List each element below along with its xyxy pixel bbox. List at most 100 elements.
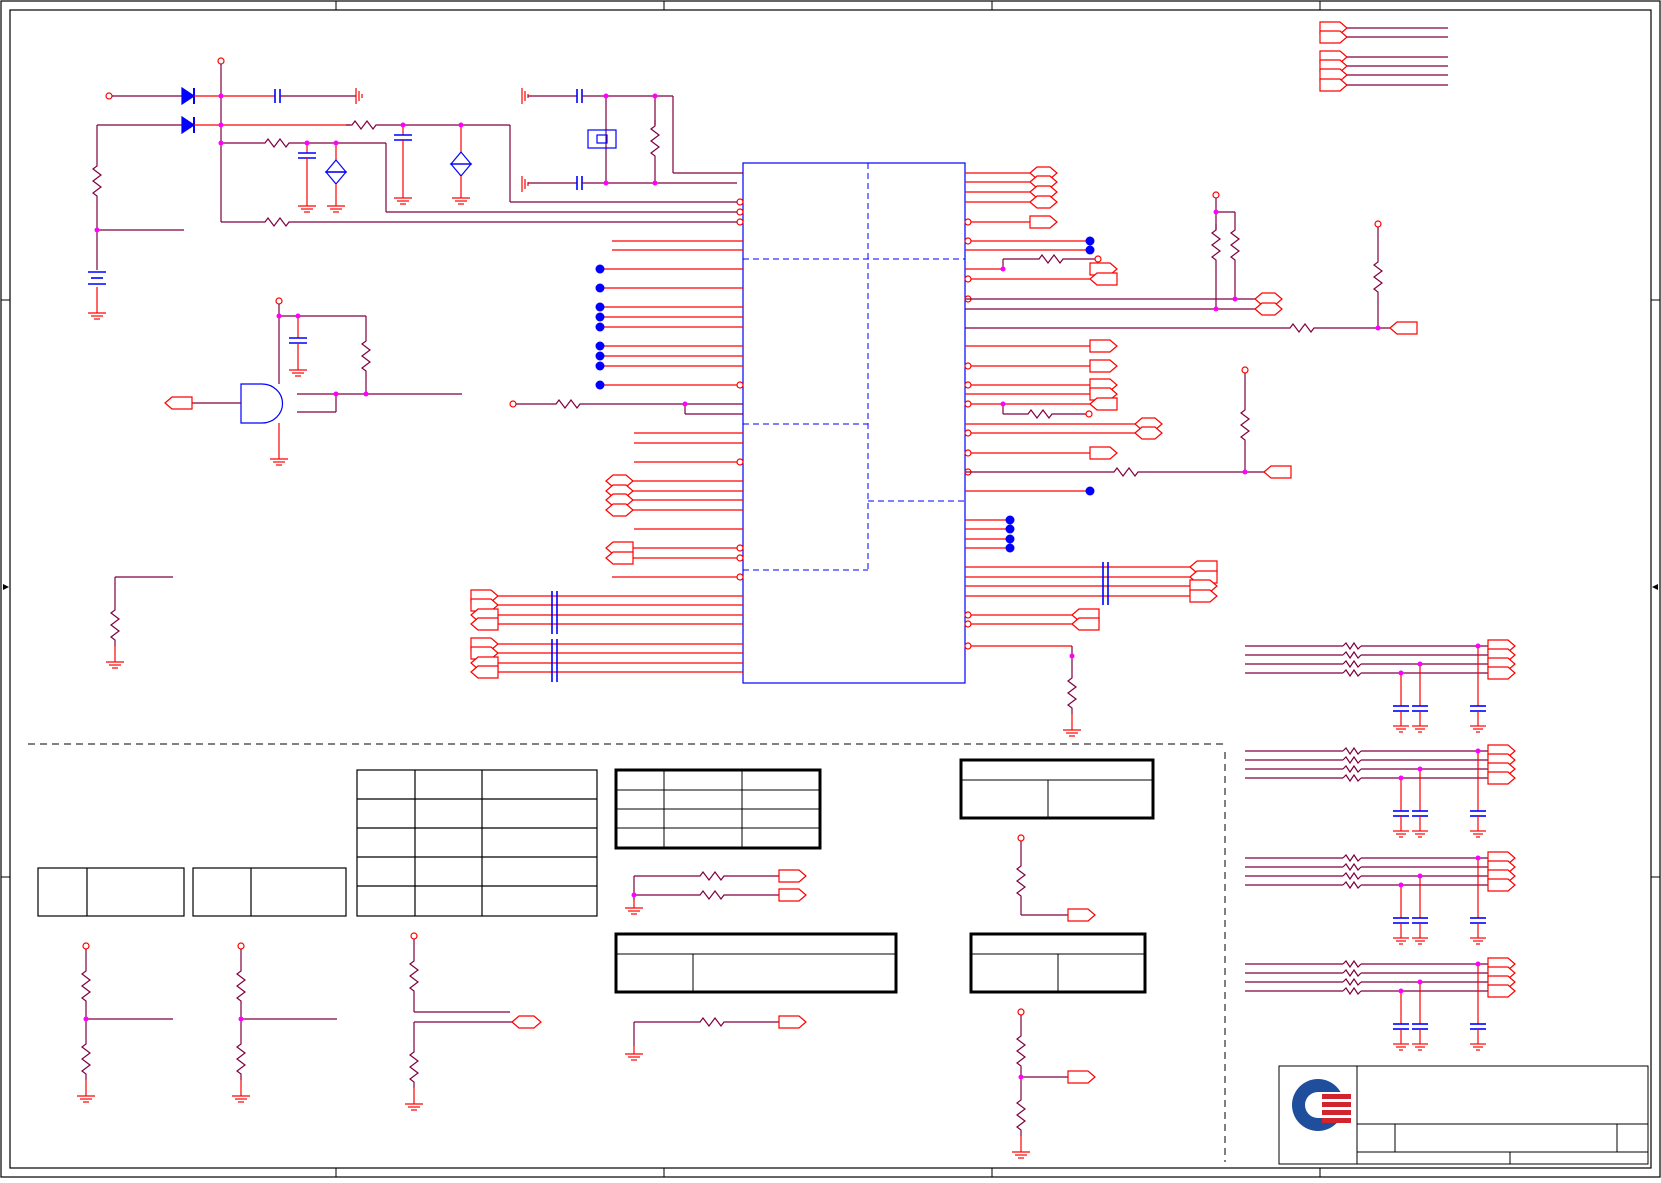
ic-right-bubble-7 [964, 429, 972, 437]
left-port-3 [605, 503, 634, 517]
no-connect-1 [595, 283, 605, 293]
filter-0-res-0 [1342, 641, 1362, 651]
right-port-8 [1089, 397, 1118, 411]
table-a [37, 867, 185, 917]
inner-border [9, 9, 1652, 1169]
right-port-2 [1089, 272, 1118, 286]
filter-2-junction-1 [1417, 873, 1423, 879]
ic-right-bubble-6 [964, 400, 972, 408]
filter-0-res-3 [1342, 668, 1362, 678]
filter-3-res-0 [1342, 959, 1362, 969]
filter-blocks [1245, 639, 1516, 1051]
table-f [614, 932, 898, 994]
no-connect-12 [1005, 515, 1015, 525]
no-connect-10 [1085, 245, 1095, 255]
power-input-section [87, 57, 737, 320]
right-port-5 [1089, 359, 1118, 373]
ic-left-bubble-2 [736, 218, 744, 226]
filter-1-res-3 [1342, 773, 1362, 783]
strap-port-c [778, 1015, 807, 1029]
filter-1-junction-1 [1417, 766, 1423, 772]
outer-border [0, 0, 1661, 1178]
table-e [959, 758, 1155, 820]
filter-1-res-1 [1342, 755, 1362, 765]
strap-port-a [778, 869, 807, 883]
table-d [614, 768, 822, 850]
left-port-in2-1 [470, 617, 499, 631]
filter-3-res-2 [1342, 977, 1362, 987]
strap-circuits [76, 834, 1068, 1159]
ic-right-bubble-11 [964, 620, 972, 628]
no-connect-15 [1005, 543, 1015, 553]
right-port-bi3-1 [1134, 426, 1163, 440]
ic-left-bubble-3 [736, 381, 744, 389]
filter-1-junction-0 [1398, 775, 1404, 781]
no-connect-7 [595, 361, 605, 371]
no-connect-4 [595, 322, 605, 332]
filter-2-res-1 [1342, 862, 1362, 872]
right-port-10 [1263, 465, 1292, 479]
right-port-out-1 [1189, 589, 1218, 603]
no-connect-6 [595, 351, 605, 361]
left-port-in3-1 [470, 665, 499, 679]
filter-0-res-1 [1342, 650, 1362, 660]
ic-left-bubble-4 [736, 458, 744, 466]
no-connect-13 [1005, 524, 1015, 534]
filter-3-junction-1 [1417, 979, 1423, 985]
quanta-logo [1292, 1079, 1351, 1131]
ic-left-bubble-6 [736, 554, 744, 562]
no-connect-0 [595, 264, 605, 274]
crystal-junctions [603, 93, 658, 186]
filter-1-port-3 [1487, 771, 1516, 785]
filter-1-res-2 [1342, 764, 1362, 774]
table-g [969, 932, 1147, 994]
main-ic [742, 162, 966, 684]
right-port-in2-1 [1071, 617, 1100, 631]
filter-2-res-3 [1342, 880, 1362, 890]
strap-port-b [778, 888, 807, 902]
filter-3-res-3 [1342, 986, 1362, 996]
no-connect-5 [595, 341, 605, 351]
crystal-section [521, 88, 743, 192]
ic-left-pins [495, 198, 744, 673]
right-port-0 [1029, 215, 1058, 229]
strap-port-e [1067, 1070, 1096, 1084]
right-port-bi2-1 [1254, 302, 1283, 316]
filter-0-port-3 [1487, 666, 1516, 680]
top-right-port-5 [1319, 78, 1348, 92]
filter-0-junction-2 [1475, 643, 1481, 649]
filter-2-res-0 [1342, 853, 1362, 863]
strap-port-d [1067, 908, 1096, 922]
top-right-port-1 [1319, 30, 1348, 44]
strap-port [511, 1015, 542, 1029]
right-coupling-caps [1102, 562, 1109, 605]
right-ports [1029, 166, 1418, 631]
filter-0-junction-1 [1417, 661, 1423, 667]
ic-left-bubble-5 [736, 544, 744, 552]
filter-0-res-2 [1342, 659, 1362, 669]
right-port-4 [1089, 339, 1118, 353]
schematic-sheet [0, 0, 1661, 1178]
filter-2-res-2 [1342, 871, 1362, 881]
ic-left-series-res [509, 399, 743, 415]
pulldown-left [105, 576, 173, 669]
no-connect-3 [595, 312, 605, 322]
zone-ticks [1, 1, 1660, 1177]
ic-right-bubble-5 [964, 381, 972, 389]
right-port-9 [1089, 446, 1118, 460]
filter-3-junction-0 [1398, 988, 1404, 994]
filter-1-junction-2 [1475, 748, 1481, 754]
and-gate-section [192, 297, 462, 466]
filter-3-junction-2 [1475, 961, 1481, 967]
no-connect-11 [1085, 486, 1095, 496]
filter-2-port-3 [1487, 878, 1516, 892]
no-connect-14 [1005, 534, 1015, 544]
table-b [192, 867, 347, 917]
filter-3-port-3 [1487, 984, 1516, 998]
left-port-in-1 [605, 551, 634, 565]
no-connect-2 [595, 302, 605, 312]
table-c [356, 769, 598, 917]
ic-left-bubble-1 [736, 208, 744, 216]
filter-1-res-0 [1342, 746, 1362, 756]
filter-2-junction-0 [1398, 882, 1404, 888]
